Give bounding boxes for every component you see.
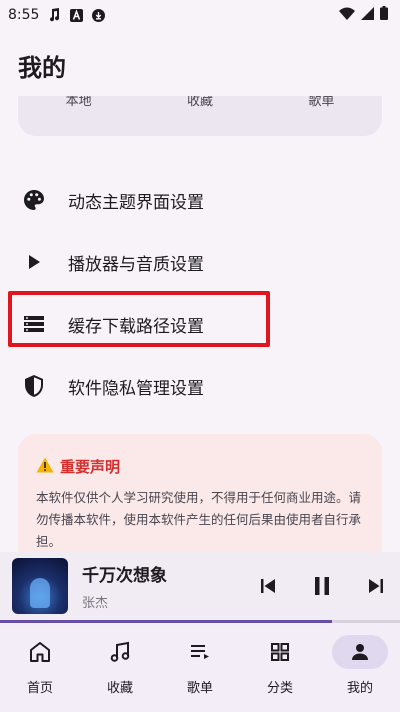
- music-note-icon: [47, 8, 61, 22]
- status-bar: 8:55: [0, 0, 400, 30]
- track-info[interactable]: 千万次想象 张杰: [82, 561, 232, 611]
- setting-player[interactable]: 播放器与音质设置: [20, 242, 380, 282]
- player-controls: [254, 552, 390, 620]
- nav-label-favorites: 收藏: [106, 681, 133, 696]
- home-icon: [12, 635, 68, 669]
- quick-access-card: 本地 收藏 歌单: [18, 96, 382, 136]
- nav-label-categories: 分类: [266, 681, 293, 696]
- setting-theme[interactable]: 动态主题界面设置: [20, 180, 380, 220]
- bottom-nav: 首页 收藏 歌单 分类 我的: [0, 623, 400, 712]
- notice-title: 重要声明: [60, 458, 121, 476]
- nav-label-home: 首页: [26, 681, 53, 696]
- track-title: 千万次想象: [82, 566, 167, 586]
- wifi-icon: [339, 7, 355, 24]
- setting-theme-label: 动态主题界面设置: [68, 192, 204, 213]
- shield-icon: [20, 372, 48, 400]
- notice-body: 本软件仅供个人学习研究使用，不得用于任何商业用途。请勿传播本软件，使用本软件产生…: [36, 490, 362, 549]
- nav-item-mine[interactable]: 我的: [324, 635, 396, 712]
- nav-item-favorites[interactable]: 收藏: [84, 635, 156, 712]
- person-icon: [332, 635, 388, 669]
- status-time: 8:55: [8, 7, 40, 23]
- signal-icon: [361, 6, 374, 24]
- setting-player-label: 播放器与音质设置: [68, 254, 204, 275]
- music-note-icon: [92, 635, 148, 669]
- nav-item-home[interactable]: 首页: [4, 635, 76, 712]
- status-right: [339, 6, 388, 24]
- skip-next-icon[interactable]: [362, 572, 390, 600]
- page-title: 我的: [18, 54, 66, 82]
- album-art-figure: [30, 578, 50, 608]
- font-a-icon: [69, 8, 83, 22]
- track-artist: 张杰: [82, 596, 109, 611]
- play-icon: [20, 248, 48, 276]
- pause-icon[interactable]: [308, 572, 336, 600]
- setting-privacy[interactable]: 软件隐私管理设置: [20, 366, 380, 406]
- nav-item-categories[interactable]: 分类: [244, 635, 316, 712]
- skip-previous-icon[interactable]: [254, 572, 282, 600]
- album-art[interactable]: [12, 558, 68, 614]
- playlist-icon: [172, 635, 228, 669]
- status-left: 8:55: [8, 7, 105, 23]
- quick-item-playlists[interactable]: 歌单: [308, 96, 334, 109]
- download-circle-icon: [91, 8, 105, 22]
- palette-icon: [20, 186, 48, 214]
- notice-title-row: 重要声明: [36, 456, 366, 477]
- nav-item-playlists[interactable]: 歌单: [164, 635, 236, 712]
- quick-item-favorites[interactable]: 收藏: [187, 96, 213, 109]
- nav-label-mine: 我的: [346, 681, 373, 696]
- grid-icon: [252, 635, 308, 669]
- nav-label-playlists: 歌单: [186, 681, 213, 696]
- highlight-annotation-box: [8, 291, 270, 347]
- setting-privacy-label: 软件隐私管理设置: [68, 378, 204, 399]
- warning-icon: [36, 457, 54, 477]
- battery-icon: [380, 6, 388, 24]
- quick-item-local[interactable]: 本地: [66, 96, 92, 109]
- mini-player[interactable]: 千万次想象 张杰: [0, 552, 400, 620]
